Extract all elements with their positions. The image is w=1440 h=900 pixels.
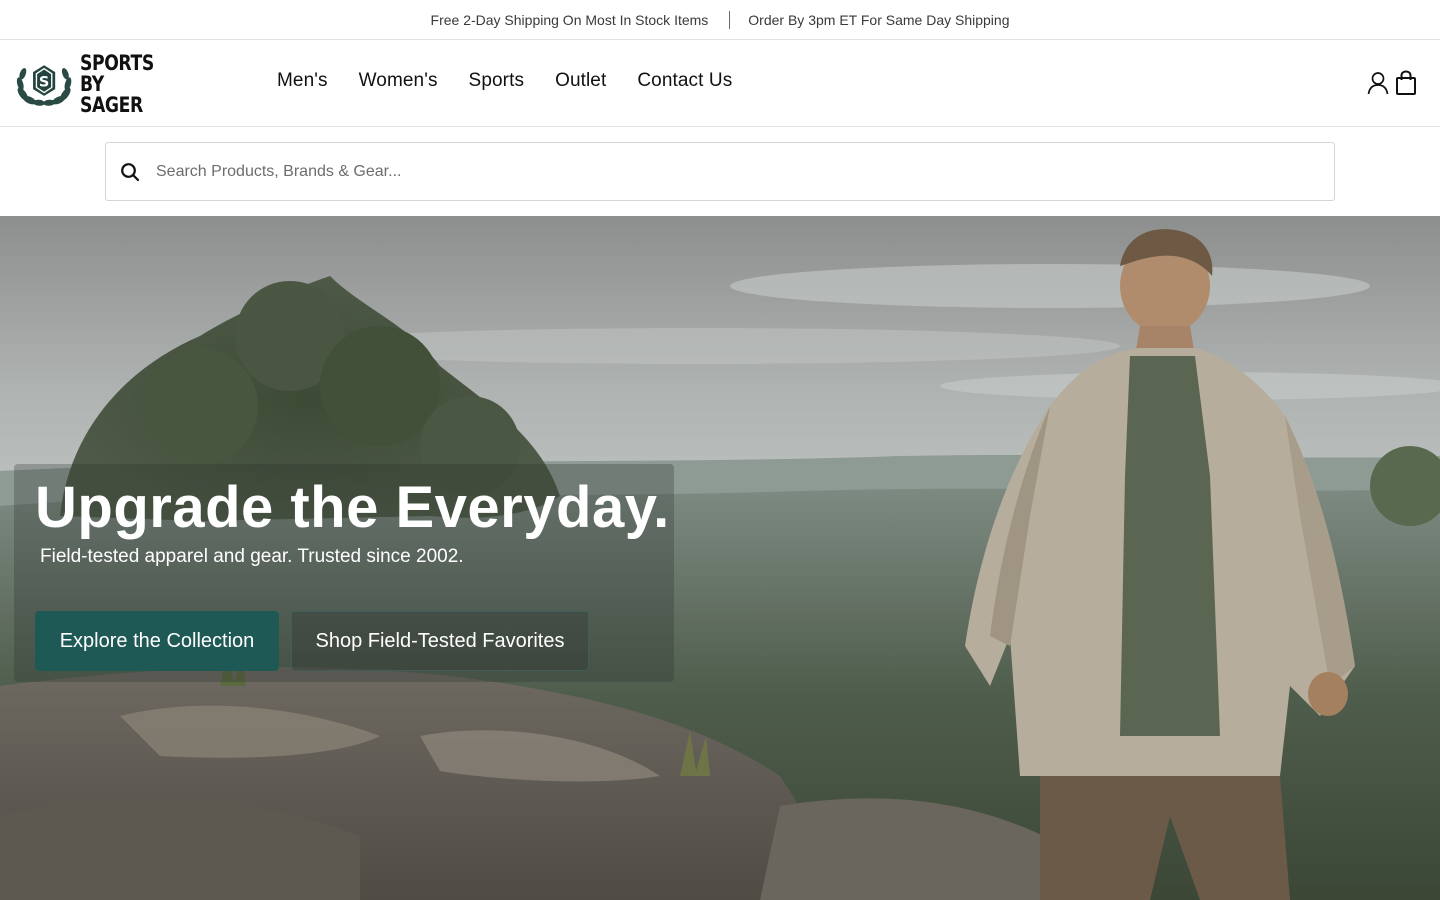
hero-title: Upgrade the Everyday. [35, 475, 670, 540]
site-logo[interactable]: S SPORTS BY SAGER [16, 52, 176, 115]
nav-item-womens[interactable]: Women's [359, 70, 438, 92]
search-bar-section [0, 127, 1440, 216]
announcement-divider [729, 10, 731, 29]
nav-item-outlet[interactable]: Outlet [555, 70, 606, 92]
logo-line-1: SPORTS [80, 50, 155, 75]
nav-item-sports[interactable]: Sports [469, 70, 525, 92]
account-icon[interactable] [1366, 70, 1390, 96]
explore-collection-button[interactable]: Explore the Collection [35, 611, 279, 671]
site-header: S SPORTS BY SAGER Men's Women's Sports O… [0, 40, 1440, 127]
hero-subtitle: Field-tested apparel and gear. Trusted s… [40, 546, 464, 567]
announcement-shipping: Free 2-Day Shipping On Most In Stock Ite… [430, 11, 709, 28]
cart-icon[interactable] [1394, 70, 1418, 96]
search-box [105, 142, 1335, 201]
shop-field-tested-button[interactable]: Shop Field-Tested Favorites [291, 611, 589, 671]
search-icon[interactable] [120, 162, 140, 182]
announcement-bar: Free 2-Day Shipping On Most In Stock Ite… [0, 0, 1440, 40]
laurel-s-emblem-icon: S [16, 65, 72, 106]
hero-banner: Upgrade the Everyday. Field-tested appar… [0, 216, 1440, 900]
header-actions [1366, 70, 1418, 96]
main-nav: Men's Women's Sports Outlet Contact Us [277, 70, 763, 92]
nav-item-contact-us[interactable]: Contact Us [637, 70, 732, 92]
nav-item-mens[interactable]: Men's [277, 70, 328, 92]
search-input[interactable] [156, 162, 1256, 181]
svg-text:S: S [39, 75, 49, 91]
logo-wordmark: SPORTS BY SAGER [80, 50, 159, 117]
announcement-same-day: Order By 3pm ET For Same Day Shipping [748, 11, 1010, 28]
logo-line-2: BY SAGER [80, 71, 144, 117]
